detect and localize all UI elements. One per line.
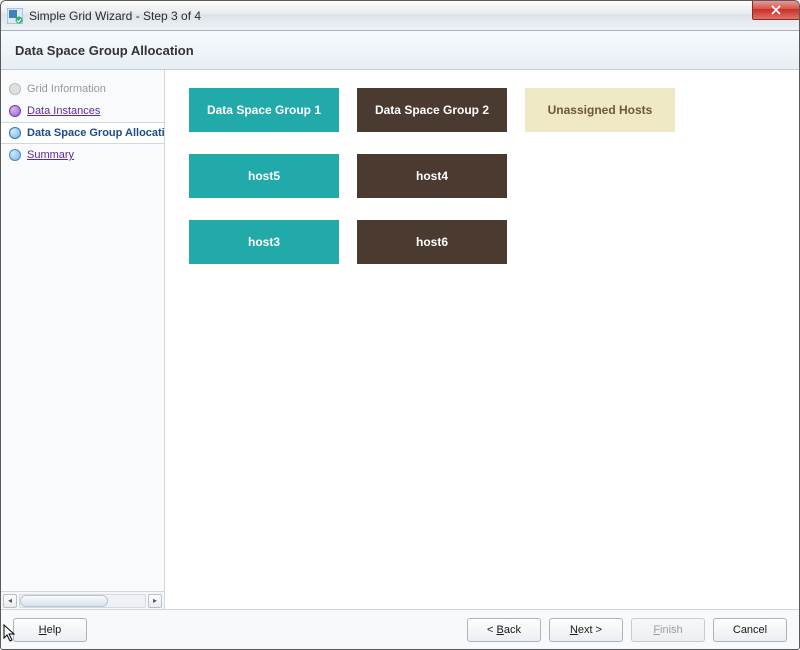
scroll-right-button[interactable]: ▸	[148, 594, 162, 608]
scroll-track[interactable]	[19, 594, 146, 608]
step-label: Data Instances	[27, 105, 100, 117]
scroll-left-button[interactable]: ◂	[3, 594, 17, 608]
wizard-window: Simple Grid Wizard - Step 3 of 4 Data Sp…	[0, 0, 800, 650]
step-3[interactable]: Summary	[1, 144, 164, 166]
page-title: Data Space Group Allocation	[15, 43, 194, 58]
close-button[interactable]	[752, 0, 800, 20]
step-sidebar: Grid Information Data Instances Data Space…	[1, 70, 165, 609]
allocation-area: Data Space Group 1host5host3Data Space G…	[165, 70, 799, 609]
button-bar: Help < Back Next > Finish Cancel	[1, 609, 799, 649]
column-group1: Data Space Group 1 host5 host3	[189, 88, 339, 264]
help-button[interactable]: Help	[13, 618, 87, 642]
wizard-body: Grid Information Data Instances Data Space…	[1, 70, 799, 609]
step-2[interactable]: Data Space Group Allocation	[1, 122, 164, 144]
host-tile[interactable]: host4	[357, 154, 507, 198]
step-dot-icon	[9, 149, 21, 161]
column-group2: Data Space Group 2 host4 host6	[357, 88, 507, 264]
page-header: Data Space Group Allocation	[1, 31, 799, 70]
step-label: Summary	[27, 149, 74, 161]
column-unassigned: Unassigned Hosts	[525, 88, 675, 264]
back-button[interactable]: < Back	[467, 618, 541, 642]
scroll-thumb[interactable]	[20, 595, 108, 607]
step-label: Grid Information	[27, 83, 106, 95]
group-header-group1[interactable]: Data Space Group 1	[189, 88, 339, 132]
step-label: Data Space Group Allocation	[27, 127, 164, 139]
group-header-group2[interactable]: Data Space Group 2	[357, 88, 507, 132]
window-title: Simple Grid Wizard - Step 3 of 4	[29, 9, 201, 23]
group-header-unassigned[interactable]: Unassigned Hosts	[525, 88, 675, 132]
app-icon	[7, 8, 23, 24]
step-dot-icon	[9, 105, 21, 117]
step-dot-icon	[9, 83, 21, 95]
finish-button: Finish	[631, 618, 705, 642]
titlebar: Simple Grid Wizard - Step 3 of 4	[1, 1, 799, 31]
host-tile[interactable]: host6	[357, 220, 507, 264]
next-button[interactable]: Next >	[549, 618, 623, 642]
host-tile[interactable]: host3	[189, 220, 339, 264]
step-0: Grid Information	[1, 78, 164, 100]
step-list: Grid Information Data Instances Data Space…	[1, 70, 164, 591]
host-tile[interactable]: host5	[189, 154, 339, 198]
sidebar-scrollbar[interactable]: ◂ ▸	[1, 591, 164, 609]
step-dot-icon	[9, 127, 21, 139]
step-1[interactable]: Data Instances	[1, 100, 164, 122]
cancel-button[interactable]: Cancel	[713, 618, 787, 642]
